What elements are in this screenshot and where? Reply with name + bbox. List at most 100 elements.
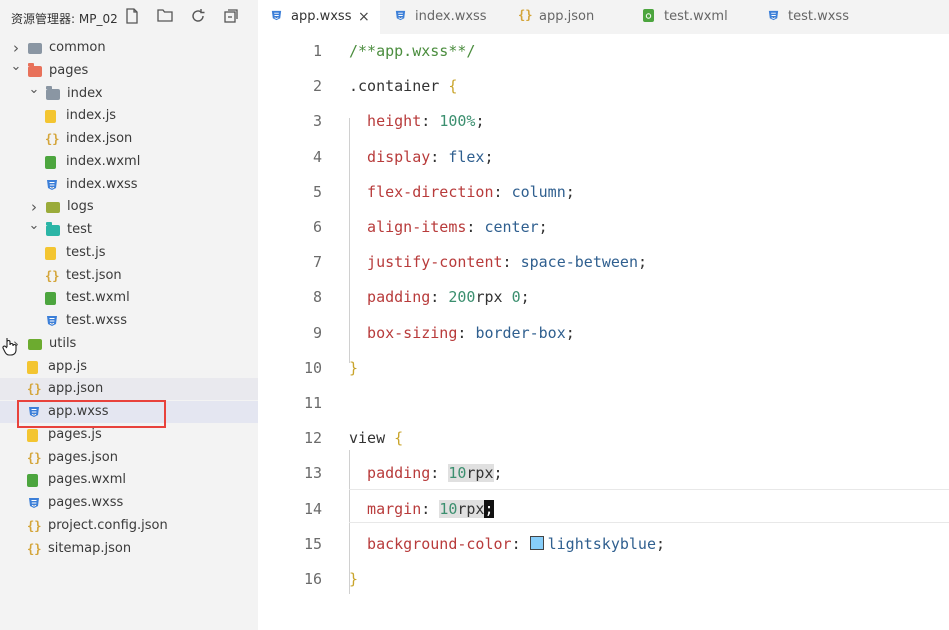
code-token: flex-direction (349, 182, 494, 201)
tree-item-label: test (67, 222, 92, 237)
tab-test-wxml[interactable]: test.wxml (631, 0, 753, 34)
line-number: 8 (312, 288, 322, 307)
tree-item-pages-json[interactable]: {} pages.json (0, 447, 258, 469)
color-swatch[interactable] (529, 535, 544, 550)
code-token: ; (565, 182, 575, 201)
code-token: ; (565, 323, 575, 342)
chevron-down-icon[interactable]: ⌄ (28, 82, 40, 105)
folder-icon (46, 85, 60, 100)
line-number: 12 (303, 429, 322, 448)
tree-item-pages-wxss[interactable]: pages.wxss (0, 492, 258, 514)
tree-item-test[interactable]: ⌄ test (0, 219, 258, 241)
collapse-icon[interactable] (223, 8, 239, 24)
tree-item-test-js[interactable]: test.js (0, 242, 258, 264)
line-number: 1 (312, 42, 322, 60)
code-line[interactable]: .container { (349, 75, 457, 97)
tree-item-sitemap-json[interactable]: {} sitemap.json (0, 538, 258, 560)
code-token: : (502, 253, 521, 272)
chevron-right-icon[interactable]: › (10, 37, 22, 59)
tree-item-label: index.js (66, 108, 117, 124)
code-line[interactable]: /**app.wxss**/ (349, 40, 475, 62)
tree-item-index[interactable]: ⌄ index (0, 82, 258, 105)
code-token: } (349, 570, 359, 588)
code-token: 10 (439, 499, 458, 518)
code-line[interactable]: } (349, 568, 358, 590)
code-line[interactable]: padding: 10rpx; (349, 462, 503, 484)
tab-app-wxss[interactable]: app.wxss × (258, 0, 380, 34)
code-token: ; (484, 499, 494, 518)
wxss-file-icon (767, 9, 780, 25)
code-line[interactable]: align-items: center; (349, 216, 548, 238)
tree-item-pages[interactable]: ⌄ pages (0, 59, 258, 82)
tree-item-test-json[interactable]: {} test.json (0, 265, 258, 287)
js-file-icon (45, 246, 56, 260)
code-line[interactable]: background-color: lightskyblue; (349, 533, 665, 555)
code-line[interactable]: view { (349, 427, 403, 449)
folder-icon (46, 202, 60, 214)
code-line[interactable]: height: 100%; (349, 110, 484, 132)
code-line[interactable]: padding: 200rpx 0; (349, 286, 530, 308)
new-file-icon[interactable] (124, 8, 140, 24)
code-line[interactable]: box-sizing: border-box; (349, 322, 575, 344)
tree-item-test-wxml[interactable]: test.wxml (0, 287, 258, 309)
code-token: margin (349, 499, 422, 518)
code-token: { (394, 429, 404, 448)
tab-test-wxss[interactable]: test.wxss (755, 0, 879, 34)
line-number: 15 (303, 534, 322, 553)
folder-icon (28, 62, 42, 77)
close-icon[interactable]: × (358, 0, 370, 34)
line-number: 2 (312, 77, 322, 96)
chevron-down-icon[interactable]: ⌄ (10, 59, 22, 82)
tree-item-common[interactable]: › common (0, 37, 258, 59)
code-line[interactable]: display: flex; (349, 146, 494, 168)
tree-item-index-wxss[interactable]: index.wxss (0, 174, 258, 196)
code-token: padding (349, 288, 431, 307)
tree-item-project-config-json[interactable]: {} project.config.json (0, 515, 258, 537)
code-token: 200 (448, 288, 476, 307)
code-token: 0 (511, 288, 521, 307)
new-folder-icon[interactable] (157, 8, 173, 24)
line-number: 7 (312, 253, 322, 272)
wxss-file-icon (27, 496, 41, 510)
refresh-icon[interactable] (190, 8, 206, 24)
line-number: 4 (312, 147, 322, 166)
tab-label: index.wxss (415, 9, 487, 24)
tree-item-utils[interactable]: › utils (0, 333, 258, 355)
tree-item-index-wxml[interactable]: index.wxml (0, 151, 258, 173)
json-file-icon: {} (45, 268, 60, 283)
tree-item-index-json[interactable]: {} index.json (0, 128, 258, 150)
code-line[interactable]: margin: 10rpx; (349, 498, 494, 520)
code-line[interactable]: flex-direction: column; (349, 181, 575, 203)
json-file-icon: {} (45, 132, 60, 146)
code-token: space-between (520, 253, 638, 272)
line-number: 13 (303, 464, 322, 483)
line-number: 10 (303, 358, 322, 377)
editor-tab-bar: app.wxss × index.wxss {} app.json test.wxml te… (258, 0, 949, 34)
wxml-file-icon (45, 155, 56, 169)
code-token: ; (484, 147, 494, 166)
explorer-title: 资源管理器: MP_02 (11, 12, 118, 26)
tab-label: test.wxss (788, 9, 849, 24)
code-token: height (349, 112, 422, 131)
tree-item-label: index.json (66, 131, 133, 146)
wxss-file-icon (394, 9, 407, 25)
tree-item-label: project.config.json (48, 517, 168, 533)
chevron-down-icon[interactable]: ⌄ (28, 219, 40, 241)
tree-item-pages-wxml[interactable]: pages.wxml (0, 469, 258, 491)
code-line[interactable]: justify-content: space-between; (349, 251, 647, 273)
tree-item-index-js[interactable]: index.js (0, 105, 258, 127)
tab-index-wxss[interactable]: index.wxss (382, 0, 504, 34)
hand-cursor-icon (2, 336, 18, 360)
code-editor[interactable]: 1/**app.wxss**/2 .container {3 height: 10… (258, 34, 949, 630)
tree-item-logs[interactable]: › logs (0, 196, 258, 218)
tree-item-app-json[interactable]: {} app.json (0, 378, 258, 401)
tree-item-test-wxss[interactable]: test.wxss (0, 310, 258, 332)
explorer-header: 资源管理器: MP_02 (0, 0, 258, 34)
tab-app-json[interactable]: {} app.json (506, 0, 629, 34)
code-line[interactable]: } (349, 357, 358, 379)
tree-item-label: app.json (48, 381, 104, 397)
tree-item-app-js[interactable]: app.js (0, 356, 258, 378)
code-token: : (421, 499, 440, 518)
tree-item-label: sitemap.json (48, 540, 132, 556)
chevron-right-icon[interactable]: › (28, 196, 40, 218)
